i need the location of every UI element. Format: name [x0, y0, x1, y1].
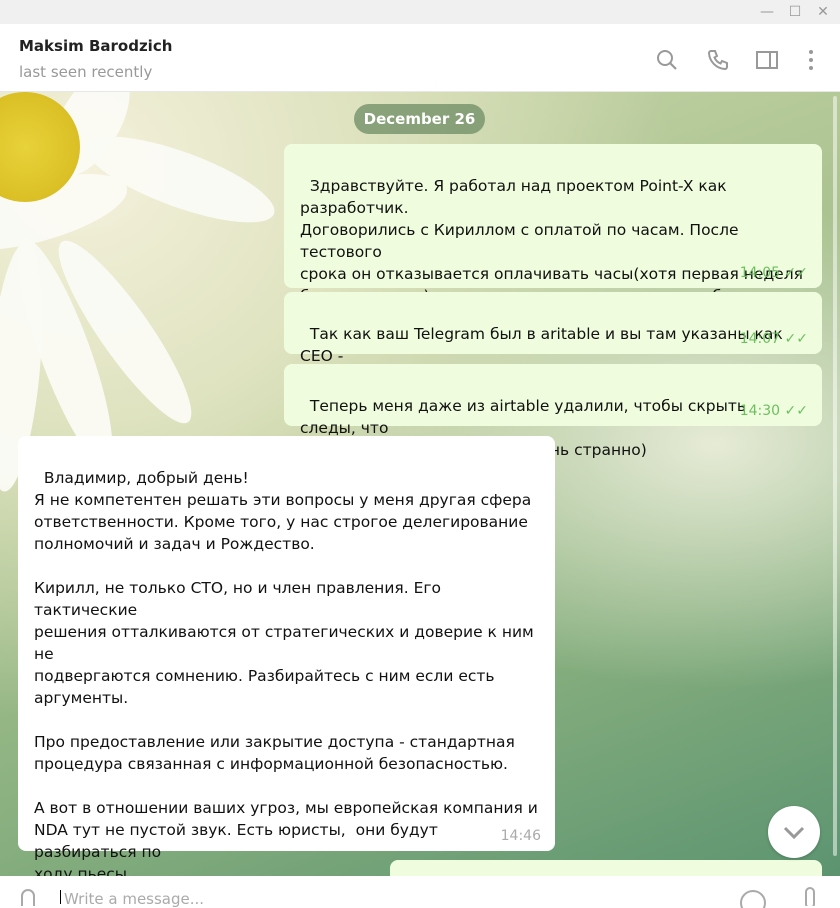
message-bubble-partial[interactable]	[390, 860, 822, 876]
message-bubble[interactable]: Теперь меня даже из airtable удалили, чт…	[284, 364, 822, 459]
scroll-to-bottom-button[interactable]	[768, 806, 820, 858]
date-badge: December 26	[354, 104, 485, 134]
message-bubble[interactable]: Владимир, добрый день! Я не компетентен …	[18, 436, 555, 876]
message-time: 14:07	[739, 331, 781, 347]
attach-icon[interactable]	[16, 886, 42, 906]
search-icon[interactable]	[655, 48, 679, 72]
microphone-icon[interactable]	[800, 886, 820, 906]
close-icon[interactable]: ✕	[814, 3, 832, 21]
sidebar-toggle-icon[interactable]	[755, 48, 779, 72]
message-time: 14:30	[739, 403, 781, 419]
message-bubble[interactable]: Так как ваш Telegram был в aritable и вы…	[284, 292, 822, 387]
chat-header: Maksim Barodzich last seen recently	[0, 24, 840, 92]
chevron-down-icon	[783, 826, 805, 840]
double-check-icon: ✓✓	[784, 265, 808, 281]
chat-area: December 26 Здравствуйте. Я работал над …	[0, 92, 840, 876]
scrollbar[interactable]	[833, 96, 837, 856]
message-time: 14:46	[500, 828, 541, 844]
emoji-icon[interactable]	[738, 888, 768, 908]
maximize-icon[interactable]: ☐	[786, 3, 804, 21]
more-icon[interactable]	[799, 48, 823, 72]
phone-icon[interactable]	[706, 48, 730, 72]
minimize-icon[interactable]: —	[758, 3, 776, 21]
message-meta: 14:05 ✓✓	[740, 262, 808, 284]
message-composer: Write a message...	[0, 876, 840, 908]
contact-name[interactable]: Maksim Barodzich	[19, 37, 172, 55]
double-check-icon: ✓✓	[784, 403, 808, 419]
message-bubble[interactable]: Здравствуйте. Я работал над проектом Poi…	[284, 144, 822, 349]
message-meta: 14:07 ✓✓	[740, 328, 808, 350]
message-meta: 14:30 ✓✓	[740, 400, 808, 422]
message-text: Владимир, добрый день! Я не компетентен …	[34, 469, 538, 876]
message-time: 14:05	[739, 265, 781, 281]
contact-status: last seen recently	[19, 63, 153, 81]
window-titlebar: — ☐ ✕	[0, 0, 840, 24]
double-check-icon: ✓✓	[784, 331, 808, 347]
message-input[interactable]: Write a message...	[64, 890, 204, 908]
